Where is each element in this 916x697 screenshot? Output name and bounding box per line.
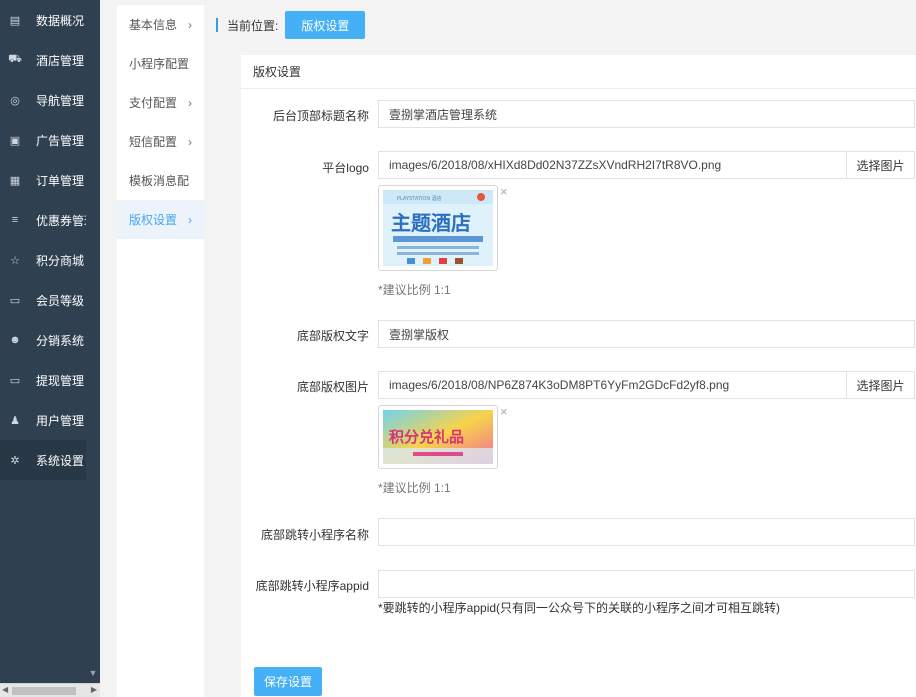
sidebar-scrollbar[interactable] [86,0,100,685]
sidebar-item-label: 数据概况 [36,13,85,28]
sidebar-item[interactable]: ☻ 分销系统 [0,320,100,360]
submenu-item[interactable]: 小程序配置 [117,44,204,83]
horizontal-scrollbar[interactable]: ◀ ▶ [0,683,100,697]
user-icon: ♟ [10,414,20,427]
breadcrumb-marker [216,18,218,32]
cart-icon: ⛟ [8,53,22,65]
logo-choose-button[interactable]: 选择图片 [846,151,915,179]
submenu-item-label: 短信配置 [129,135,178,149]
logo-preview-badge: PLAYSTATION 酒店 [397,195,442,202]
settings-panel: 版权设置 后台顶部标题名称 壹捌掌酒店管理系统 平台logo images/6/… [241,55,916,697]
top-title-input[interactable]: 壹捌掌酒店管理系统 [378,100,915,128]
gear-icon: ✲ [10,454,20,467]
star-icon: ☆ [10,254,20,267]
gift-icon: ▣ [9,134,21,147]
submenu-item-label: 基本信息 [129,18,178,32]
submenu-item-label: 支付配置 [129,96,178,110]
money-icon: ▭ [9,294,21,307]
copyright-preview-title: 积分兑礼品 [389,428,464,446]
breadcrumb: 当前位置: 版权设置 [216,5,916,45]
chevron-right-icon: › [188,95,192,110]
submenu-item-label: 小程序配置 [129,57,190,71]
logo-preview-title: 主题酒店 [391,211,471,235]
submenu-item-label: 版权设置 [129,213,178,227]
server-icon: ▦ [9,174,21,187]
copyright-image-choose-button[interactable]: 选择图片 [846,371,915,399]
logo-preview: PLAYSTATION 酒店 主题酒店 [378,185,498,271]
breadcrumb-current[interactable]: 版权设置 [285,11,366,39]
compass-icon: ◎ [10,94,20,107]
sidebar-item[interactable]: ☆ 积分商城 [0,240,100,280]
sidebar-item[interactable]: ▣ 广告管理 [0,120,100,160]
panel-title: 版权设置 [241,55,916,89]
save-button[interactable]: 保存设置 [254,667,323,696]
sidebar-item[interactable]: ♟ 用户管理 [0,400,100,440]
submenu-item[interactable]: 模板消息配 [117,161,204,200]
sidebar-item-label: 酒店管理 [36,53,85,68]
sidebar-item[interactable]: ▭ 会员等级 [0,280,100,320]
sidebar-item-label: 会员等级 [36,293,85,308]
logo-hint: *建议比例 1:1 [378,283,451,297]
sidebar-item[interactable]: ⛟ 酒店管理 [0,40,100,80]
submenu-item[interactable]: 短信配置 › [117,122,204,161]
dashboard-icon: ▤ [9,14,21,27]
logo-preview-image: PLAYSTATION 酒店 主题酒店 [383,190,493,266]
copyright-image-preview: 积分兑礼品 [378,405,498,469]
mini-appid-label: 底部跳转小程序appid [255,579,369,593]
copyright-preview-image: 积分兑礼品 [383,410,493,464]
sidebar-item-label: 系统设置 [36,453,85,468]
chevron-right-icon: › [188,17,192,32]
sidebar-item[interactable]: ▦ 订单管理 [0,160,100,200]
chevron-right-icon: › [188,212,192,227]
scrollbar-thumb[interactable] [12,687,76,695]
sidebar-item[interactable]: ▭ 提现管理 [0,360,100,400]
submenu: 基本信息 › 小程序配置支付配置 › 短信配置 › 模板消息配版权设置 › [117,5,204,697]
copyright-text-input[interactable]: 壹捌掌版权 [378,320,915,348]
sidebar-item-label: 订单管理 [36,173,85,188]
submenu-item-label: 模板消息配 [129,174,190,188]
sidebar-item-label: 分销系统 [36,333,85,348]
sidebar-item-label: 用户管理 [36,413,85,428]
submenu-item[interactable]: 支付配置 › [117,83,204,122]
copyright-image-path-input[interactable]: images/6/2018/08/NP6Z874K3oDM8PT6YyFm2GD… [378,371,847,399]
submenu-item[interactable]: 基本信息 › [117,5,204,44]
mini-name-input[interactable] [378,518,915,546]
sidebar-item-label: 积分商城 [36,253,85,268]
top-title-label: 后台顶部标题名称 [272,109,369,123]
mini-name-label: 底部跳转小程序名称 [260,528,369,542]
list-icon: ≡ [11,214,19,226]
submenu-item[interactable]: 版权设置 › [117,200,204,239]
copyright-text-label: 底部版权文字 [296,329,369,343]
sidebar-item[interactable]: ✲ 系统设置 [0,440,100,480]
sidebar-item[interactable]: ≡ 优惠券管理 [0,200,100,240]
logo-label: 平台logo [322,161,369,175]
mini-appid-input[interactable] [378,570,915,598]
users-icon: ☻ [9,334,21,346]
breadcrumb-label: 当前位置: [227,18,279,33]
sidebar: ▤ 数据概况 ⛟ 酒店管理 ◎ 导航管理 ▣ 广告管理 ▦ 订单管理 ≡ 优惠券管理 ☆ 积分商城 ▭ 会员等… [0,0,100,697]
main-content: 当前位置: 版权设置 版权设置 后台顶部标题名称 壹捌掌酒店管理系统 平台log… [216,5,916,697]
copyright-image-delete-icon[interactable]: × [500,404,508,419]
sidebar-item-label: 广告管理 [36,133,85,148]
sidebar-item[interactable]: ▤ 数据概况 [0,0,100,40]
scroll-left-icon[interactable]: ◀ [2,685,8,694]
logo-delete-icon[interactable]: × [500,184,508,199]
money-icon: ▭ [9,374,21,387]
scroll-right-icon[interactable]: ▶ [91,685,97,694]
chevron-right-icon: › [188,134,192,149]
sidebar-item[interactable]: ◎ 导航管理 [0,80,100,120]
scroll-down-icon[interactable]: ▼ [88,668,98,678]
copyright-image-label: 底部版权图片 [296,380,369,394]
sidebar-item-label: 导航管理 [36,93,85,108]
copyright-image-hint: *建议比例 1:1 [378,481,451,495]
sidebar-item-label: 提现管理 [36,373,85,388]
mini-appid-hint: *要跳转的小程序appid(只有同一公众号下的关联的小程序之间才可相互跳转) [378,601,781,615]
logo-path-input[interactable]: images/6/2018/08/xHIXd8Dd02N37ZZsXVndRH2… [378,151,847,179]
